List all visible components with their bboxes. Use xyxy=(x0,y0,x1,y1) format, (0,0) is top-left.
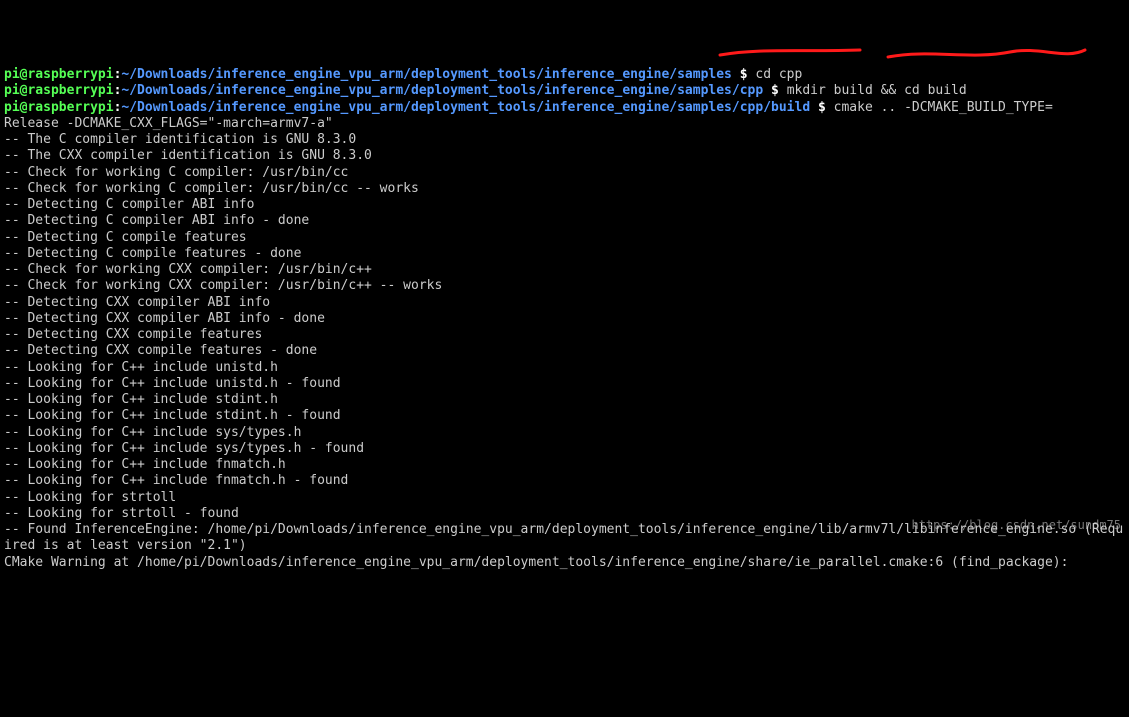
output-line[interactable]: -- Detecting C compiler ABI info - done xyxy=(4,213,1125,229)
prompt-path: ~/Downloads/inference_engine_vpu_arm/dep… xyxy=(121,67,731,82)
output-line[interactable]: -- Detecting CXX compiler ABI info xyxy=(4,295,1125,311)
output-line[interactable]: -- Detecting C compiler ABI info xyxy=(4,197,1125,213)
terminal-output-area[interactable]: pi@raspberrypi:~/Downloads/inference_eng… xyxy=(4,67,1125,571)
output-line[interactable]: -- Check for working C compiler: /usr/bi… xyxy=(4,181,1125,197)
prompt-user: pi@raspberrypi xyxy=(4,100,114,115)
prompt-path: ~/Downloads/inference_engine_vpu_arm/dep… xyxy=(121,100,810,115)
terminal-window[interactable]: { "prompts": [ { "user": "pi@raspberrypi… xyxy=(0,0,1129,539)
typed-command: mkdir build && cd build xyxy=(787,83,967,98)
output-line[interactable]: -- The CXX compiler identification is GN… xyxy=(4,148,1125,164)
output-line[interactable]: CMake Warning at /home/pi/Downloads/infe… xyxy=(4,555,1125,571)
underline-annotation-2 xyxy=(888,50,1085,57)
output-line[interactable]: -- Check for working CXX compiler: /usr/… xyxy=(4,278,1125,294)
typed-command: cd cpp xyxy=(755,67,802,82)
typed-command-continuation: Release -DCMAKE_CXX_FLAGS="-march=armv7-… xyxy=(4,116,333,131)
prompt-user: pi@raspberrypi xyxy=(4,67,114,82)
output-line[interactable]: -- Detecting CXX compile features - done xyxy=(4,343,1125,359)
prompt-dollar: $ xyxy=(732,67,755,82)
prompt-dollar: $ xyxy=(763,83,786,98)
output-line[interactable]: -- Looking for C++ include sys/types.h xyxy=(4,425,1125,441)
output-line[interactable]: -- Looking for C++ include fnmatch.h xyxy=(4,457,1125,473)
prompt-dollar: $ xyxy=(810,100,833,115)
output-line[interactable]: -- Looking for C++ include fnmatch.h - f… xyxy=(4,473,1125,489)
output-line[interactable]: -- Detecting C compile features - done xyxy=(4,246,1125,262)
output-line[interactable]: -- Looking for C++ include unistd.h - fo… xyxy=(4,376,1125,392)
output-line[interactable]: -- Looking for C++ include sys/types.h -… xyxy=(4,441,1125,457)
output-line[interactable]: -- Looking for strtoll xyxy=(4,490,1125,506)
typed-command: cmake .. -DCMAKE_BUILD_TYPE= xyxy=(834,100,1053,115)
output-line[interactable]: -- Looking for C++ include unistd.h xyxy=(4,360,1125,376)
prompt-line[interactable]: pi@raspberrypi:~/Downloads/inference_eng… xyxy=(4,67,1125,83)
prompt-line[interactable]: pi@raspberrypi:~/Downloads/inference_eng… xyxy=(4,83,1125,99)
output-line[interactable]: -- Looking for C++ include stdint.h - fo… xyxy=(4,408,1125,424)
output-line[interactable]: -- Detecting C compile features xyxy=(4,230,1125,246)
prompt-user: pi@raspberrypi xyxy=(4,83,114,98)
watermark-text: https://blog.csdn.net/sundm75 xyxy=(911,518,1121,533)
prompt-line[interactable]: pi@raspberrypi:~/Downloads/inference_eng… xyxy=(4,100,1125,116)
output-line[interactable]: -- Check for working C compiler: /usr/bi… xyxy=(4,165,1125,181)
output-line[interactable]: -- Check for working CXX compiler: /usr/… xyxy=(4,262,1125,278)
command-continuation[interactable]: Release -DCMAKE_CXX_FLAGS="-march=armv7-… xyxy=(4,116,1125,132)
underline-annotation-1 xyxy=(720,50,860,55)
output-line[interactable]: -- Detecting CXX compile features xyxy=(4,327,1125,343)
output-line[interactable]: -- Detecting CXX compiler ABI info - don… xyxy=(4,311,1125,327)
output-line[interactable]: -- Looking for C++ include stdint.h xyxy=(4,392,1125,408)
output-line[interactable]: -- The C compiler identification is GNU … xyxy=(4,132,1125,148)
prompt-path: ~/Downloads/inference_engine_vpu_arm/dep… xyxy=(121,83,763,98)
